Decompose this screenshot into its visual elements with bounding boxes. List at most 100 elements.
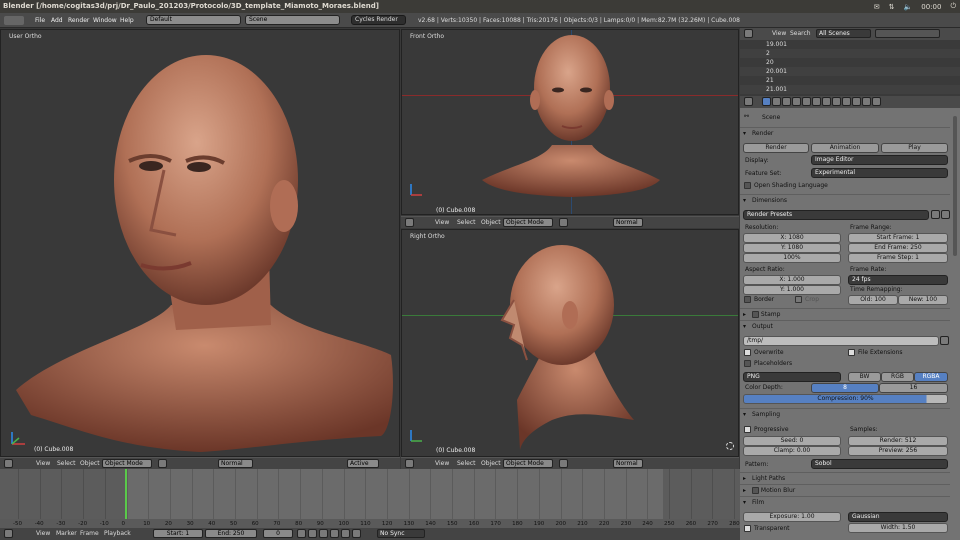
light-paths-panel-header[interactable]: ▸ Light Paths	[740, 472, 950, 484]
outliner-row[interactable]: 20	[740, 58, 960, 67]
menu-file[interactable]: File	[35, 13, 45, 28]
editor-type-icon[interactable]	[405, 218, 414, 227]
outliner-row[interactable]: 21	[740, 76, 960, 85]
color-rgb-button[interactable]: RGB	[881, 372, 914, 382]
add-preset-icon[interactable]	[931, 210, 940, 219]
transparent-checkbox[interactable]	[744, 525, 751, 532]
output-panel-header[interactable]: ▾ Output	[740, 320, 950, 332]
modifiers-tab-icon[interactable]	[822, 97, 831, 106]
clock[interactable]: 00:00	[921, 3, 941, 11]
compression-slider[interactable]: Compression: 90%	[743, 394, 948, 404]
viewport-user-ortho[interactable]: User Ortho (0) Cube.008	[0, 29, 400, 457]
placeholders-checkbox[interactable]	[744, 360, 751, 367]
pivot-dropdown[interactable]: Active	[347, 459, 379, 468]
mode-dropdown[interactable]: Object Mode	[503, 459, 553, 468]
osl-checkbox[interactable]	[744, 182, 751, 189]
filter-type-dropdown[interactable]: Gaussian	[848, 512, 948, 522]
play-icon[interactable]	[330, 529, 339, 538]
output-path-field[interactable]: /tmp/	[743, 336, 939, 346]
time-old-field[interactable]: Old: 100	[848, 295, 898, 305]
exposure-field[interactable]: Exposure: 1.00	[743, 512, 841, 522]
end-frame-field[interactable]: End Frame: 250	[848, 243, 948, 253]
progressive-checkbox[interactable]	[744, 426, 751, 433]
menu-select[interactable]: Select	[457, 459, 476, 469]
menu-marker[interactable]: Marker	[56, 529, 77, 539]
stamp-panel-header[interactable]: ▸ Stamp	[740, 308, 950, 320]
menu-object[interactable]: Object	[80, 459, 100, 469]
menu-view[interactable]: View	[435, 218, 449, 228]
film-panel-header[interactable]: ▾ Film	[740, 496, 950, 508]
outliner-search-field[interactable]	[875, 29, 940, 38]
resolution-percent-field[interactable]: 100%	[743, 253, 841, 263]
screen-layout-field[interactable]: Default	[146, 15, 241, 25]
editor-type-icon[interactable]	[744, 97, 753, 106]
orientation-dropdown[interactable]: Normal	[613, 459, 643, 468]
editor-type-icon[interactable]	[405, 459, 414, 468]
scene-field[interactable]: Scene	[245, 15, 340, 25]
editor-type-icon[interactable]	[4, 459, 13, 468]
world-tab-icon[interactable]	[792, 97, 801, 106]
viewport-right-ortho[interactable]: Right Ortho (0) Cube.008	[401, 229, 739, 457]
render-button[interactable]: Render	[743, 143, 809, 153]
outliner-row[interactable]: 20.001	[740, 67, 960, 76]
dimensions-panel-header[interactable]: ▾ Dimensions	[740, 194, 950, 206]
menu-window[interactable]: Window	[93, 13, 117, 28]
render-samples-field[interactable]: Render: 512	[848, 436, 948, 446]
viewport-front-ortho[interactable]: Front Ortho (0) Cube.008	[401, 29, 739, 215]
data-tab-icon[interactable]	[832, 97, 841, 106]
render-presets-dropdown[interactable]: Render Presets	[743, 210, 929, 220]
timeline-area[interactable]: -50 -40 -30 -20 -10 0 10 20 30 40 50 60 70 80 90 100 110…	[0, 469, 740, 529]
resolution-x-field[interactable]: X: 1080	[743, 233, 841, 243]
jump-end-icon[interactable]	[352, 529, 361, 538]
aspect-y-field[interactable]: Y: 1.000	[743, 285, 841, 295]
crop-checkbox[interactable]	[795, 296, 802, 303]
shading-icon[interactable]	[158, 459, 167, 468]
menu-object[interactable]: Object	[481, 218, 501, 228]
play-reverse-icon[interactable]	[319, 529, 328, 538]
render-panel-header[interactable]: ▾ Render	[740, 127, 950, 139]
prev-keyframe-icon[interactable]	[308, 529, 317, 538]
object-tab-icon[interactable]	[802, 97, 811, 106]
border-checkbox[interactable]	[744, 296, 751, 303]
material-tab-icon[interactable]	[842, 97, 851, 106]
color-bw-button[interactable]: BW	[848, 372, 881, 382]
animation-button[interactable]: Animation	[811, 143, 879, 153]
menu-frame[interactable]: Frame	[80, 529, 99, 539]
sampling-panel-header[interactable]: ▾ Sampling	[740, 408, 950, 420]
seed-field[interactable]: Seed: 0	[743, 436, 841, 446]
orientation-dropdown[interactable]: Normal	[613, 218, 643, 227]
menu-object[interactable]: Object	[481, 459, 501, 469]
stamp-checkbox[interactable]	[752, 311, 759, 318]
scene-tab-icon[interactable]	[782, 97, 791, 106]
folder-icon[interactable]	[940, 336, 949, 345]
menu-add[interactable]: Add	[51, 13, 63, 28]
frame-rate-dropdown[interactable]: 24 fps	[848, 275, 948, 285]
play-button[interactable]: Play	[881, 143, 948, 153]
remove-preset-icon[interactable]	[941, 210, 950, 219]
shading-icon[interactable]	[559, 218, 568, 227]
pattern-dropdown[interactable]: Sobol	[811, 459, 948, 469]
menu-render[interactable]: Render	[68, 13, 89, 28]
sound-icon[interactable]: 🔈	[904, 3, 913, 11]
menu-select[interactable]: Select	[457, 218, 476, 228]
outliner-row[interactable]: 19.001	[740, 40, 960, 49]
3d-cursor[interactable]	[726, 442, 734, 450]
render-engine-dropdown[interactable]: Cycles Render	[351, 15, 406, 25]
menu-view[interactable]: View	[36, 529, 50, 539]
network-icon[interactable]: ⇅	[889, 3, 895, 11]
feature-set-dropdown[interactable]: Experimental	[811, 168, 948, 178]
filter-width-field[interactable]: Width: 1.50	[848, 523, 948, 533]
overwrite-checkbox[interactable]	[744, 349, 751, 356]
resolution-y-field[interactable]: Y: 1080	[743, 243, 841, 253]
mode-dropdown[interactable]: Object Mode	[102, 459, 152, 468]
render-tab-icon[interactable]	[762, 97, 771, 106]
power-icon[interactable]: ⏻	[950, 2, 956, 11]
editor-type-icon[interactable]	[4, 529, 13, 538]
texture-tab-icon[interactable]	[852, 97, 861, 106]
file-extensions-checkbox[interactable]	[848, 349, 855, 356]
frame-step-field[interactable]: Frame Step: 1	[848, 253, 948, 263]
next-keyframe-icon[interactable]	[341, 529, 350, 538]
end-frame-field[interactable]: End: 250	[205, 529, 257, 538]
mail-icon[interactable]: ✉	[874, 3, 880, 11]
color-depth-8-button[interactable]: 8	[811, 383, 879, 393]
